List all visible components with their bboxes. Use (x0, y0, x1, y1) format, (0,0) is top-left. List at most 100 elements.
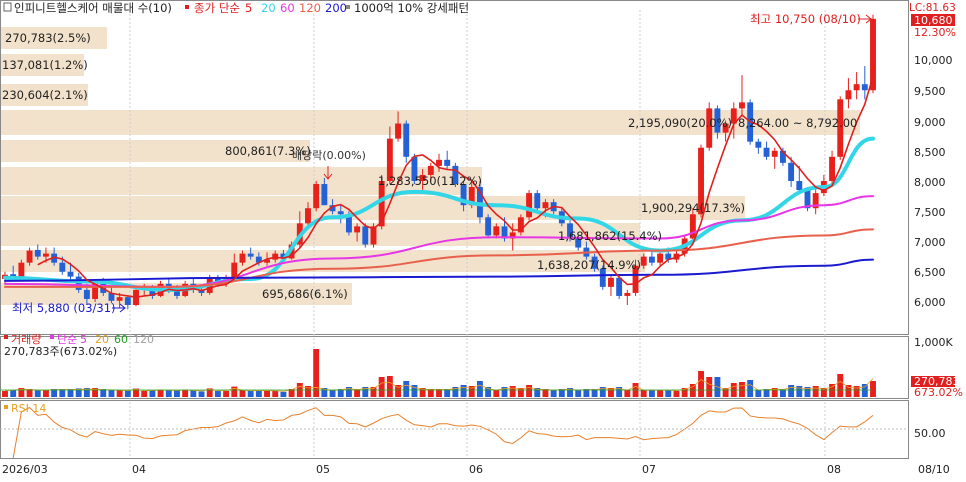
price-tick: 8,500 (914, 146, 946, 159)
volume-bar (116, 390, 123, 397)
candle-body (763, 147, 770, 157)
volume-bar (165, 390, 172, 397)
candle-body (231, 262, 238, 278)
low-annotation: 최저 5,880 (03/31) (12, 301, 116, 315)
date-label: 07 (642, 463, 656, 476)
volume-bar (526, 385, 533, 397)
date-label: 08 (827, 463, 841, 476)
volume-bar (386, 376, 393, 397)
date-label: 05 (316, 463, 330, 476)
price-tick: 9,500 (914, 85, 946, 98)
date-label: 08/10 (918, 463, 950, 476)
vp-label: 1,681,862(15.4%) (558, 229, 662, 243)
ma-120: 120 (299, 1, 321, 15)
candle-body (124, 297, 131, 306)
candle-body (534, 193, 541, 209)
volume-bar (329, 390, 336, 397)
candle-body (444, 159, 451, 166)
vp-label: 8,264.00 ~ 8,792.00 (738, 116, 857, 130)
volume-bar (108, 389, 115, 397)
volume-bar (223, 391, 230, 397)
volume-bar (739, 382, 745, 397)
volume-bar (378, 377, 385, 397)
volume-bar (190, 390, 197, 397)
price-tick: 7,000 (914, 236, 946, 249)
vp-label: 695,686(6.1%) (262, 287, 348, 301)
chart-title: 인피니트헬스케어 매물대 수(10) (14, 1, 172, 15)
vp-label: 270,783(2.5%) (5, 31, 91, 45)
volume-bar (624, 390, 631, 397)
volume-bar (10, 390, 17, 397)
vp-label: 1,638,207(14.9%) (537, 258, 641, 272)
price-tick: 10,000 (914, 54, 953, 67)
price-tick: 7,500 (914, 206, 946, 219)
volume-bar (706, 377, 713, 397)
volume-bar (280, 391, 287, 397)
candle-body (861, 84, 868, 91)
candle-body (305, 208, 311, 224)
volume-value-label: 270,783주(673.02%) (4, 345, 117, 358)
ma-5: 5 (245, 1, 252, 15)
ma-200: 200 (325, 1, 347, 15)
candle-body (67, 271, 74, 277)
volume-bar (272, 391, 279, 397)
ma-20: 20 (261, 1, 276, 15)
volume-bar (747, 380, 754, 397)
volume-bar (648, 390, 655, 397)
candle-body (354, 226, 361, 233)
volume-bar (403, 381, 410, 397)
candle-body (59, 262, 66, 272)
dividend-annotation: 배당락(0.00%) (292, 149, 366, 162)
price-tick: 6,000 (914, 296, 946, 309)
candle-body (542, 202, 549, 209)
volume-bar (861, 384, 868, 397)
chart-header: 인피니트헬스케어 매물대 수(10) 종가 단순 5 20 60 120 200… (3, 1, 469, 15)
lc-label: LC:81.63 (909, 2, 956, 14)
volume-bar (837, 374, 844, 397)
volume-ma-120: 120 (133, 333, 154, 346)
date-label: 06 (469, 463, 483, 476)
candle-body (870, 18, 876, 91)
candle-body (83, 289, 90, 299)
high-annotation: 최고 10,750 (08/10) (750, 12, 861, 26)
candle-body (493, 226, 500, 236)
candle-body (247, 253, 254, 257)
candle-body (796, 181, 803, 191)
candle-body (845, 90, 852, 100)
candle-body (788, 162, 795, 181)
volume-bar (493, 390, 500, 397)
vp-label: 1,283,550(11.2%) (378, 174, 482, 188)
volume-bar (141, 391, 148, 397)
candle-body (42, 253, 49, 257)
volume-profile-label: 1000억 10% 강세패턴 (354, 1, 469, 15)
price-tick: 9,000 (914, 116, 946, 129)
stock-chart: 인피니트헬스케어 매물대 수(10) 종가 단순 5 20 60 120 200… (0, 0, 966, 482)
candle-body (640, 256, 647, 266)
date-label: 2026/03 (2, 463, 48, 476)
volume-bar (640, 390, 647, 397)
ma-label: 종가 단순 (194, 1, 240, 15)
volume-bar (476, 381, 483, 397)
candle-body (321, 184, 328, 206)
volume-bar (124, 390, 131, 397)
volume-bar (214, 391, 221, 397)
volume-bar (182, 389, 189, 397)
candle-body (26, 250, 33, 263)
volume-bar (264, 390, 270, 397)
vp-label: 1,900,294(17.3%) (641, 201, 745, 215)
candle-body (239, 253, 246, 263)
volume-bar (755, 390, 762, 397)
candle-body (755, 141, 762, 148)
volume-bar (198, 391, 205, 397)
volume-bar (2, 391, 8, 397)
candle-body (337, 211, 344, 215)
volume-bar (34, 390, 41, 397)
candle-body (403, 123, 410, 157)
rsi-axis: 50.00 (914, 427, 946, 440)
volume-bar (845, 385, 852, 397)
price-tick: 8,000 (914, 176, 946, 189)
candle-body (362, 226, 369, 245)
candle-body (116, 297, 123, 301)
volume-bar (575, 390, 582, 397)
volume-bar (788, 385, 795, 397)
